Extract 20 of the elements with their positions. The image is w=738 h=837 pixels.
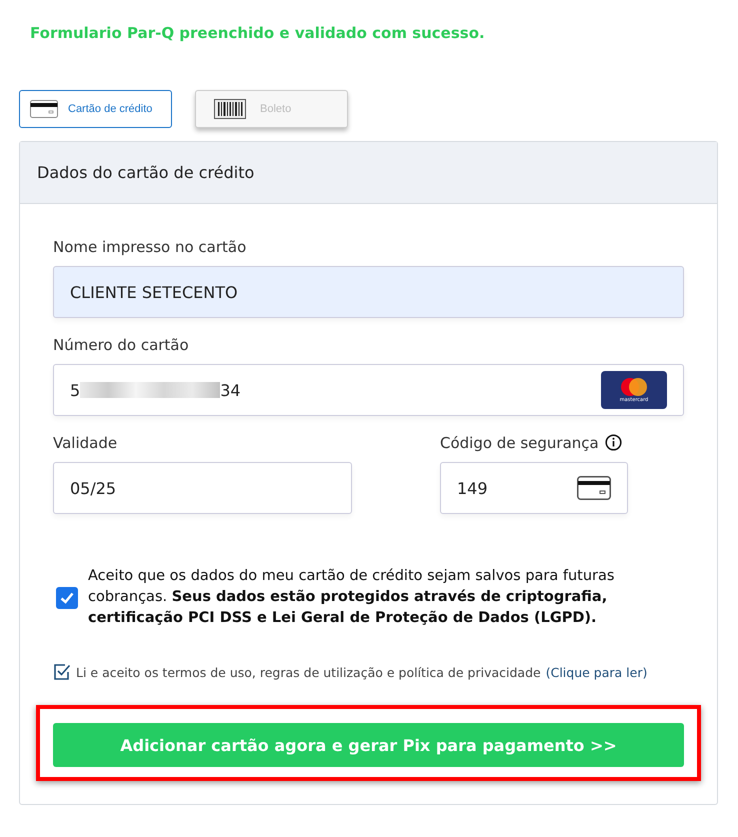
- checkbox[interactable]: [56, 586, 78, 608]
- credit-card-icon: [577, 476, 611, 500]
- success-message: Formulario Par-Q preenchido e validado com sucesso.: [29, 24, 486, 42]
- name-field[interactable]: CLIENTE SETECENTO: [53, 266, 684, 318]
- field-label: Validade: [53, 434, 118, 452]
- check-icon: [60, 592, 74, 604]
- barcode-icon: [214, 99, 246, 119]
- checkbox[interactable]: [53, 663, 71, 681]
- terms-link[interactable]: (Clique para ler): [546, 664, 648, 680]
- panel-title: Dados do cartão de crédito: [37, 163, 254, 182]
- field-label: Nome impresso no cartão: [53, 238, 248, 256]
- credit-card-icon: [30, 100, 58, 118]
- expiry-field[interactable]: 05/25: [53, 462, 352, 514]
- security-code-field[interactable]: 149: [440, 462, 628, 514]
- info-icon[interactable]: [604, 434, 622, 451]
- terms-text: Li e aceito os termos de uso, regras de utilização e política de privacidade: [76, 664, 541, 680]
- field-label: Número do cartão: [53, 336, 190, 354]
- consent-text: Aceito que os dados do meu cartão de crédito sejam salvos para futuras cobranças. Seus dados estão protegidos através de criptografia, certificação PCI DSS e Lei Geral de Proteção de Dados (LGPD).: [88, 567, 616, 628]
- field-label: Código de segurança: [440, 434, 599, 452]
- payment-tab[interactable]: Cartão de crédito: [19, 90, 172, 128]
